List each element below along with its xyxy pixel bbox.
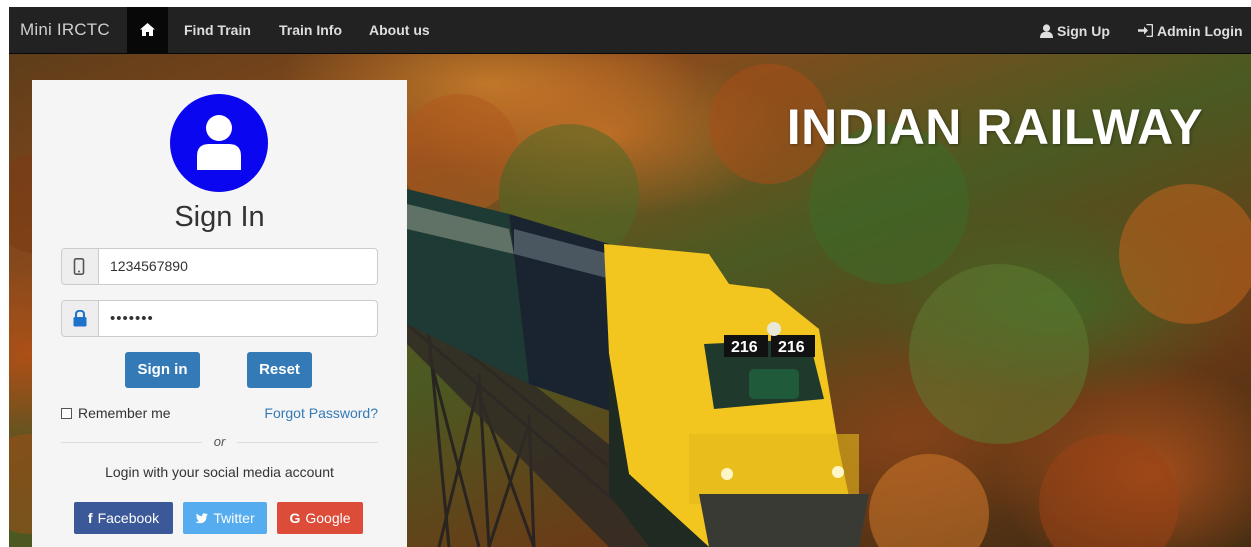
password-addon [62,301,99,336]
reset-button[interactable]: Reset [247,352,312,388]
signin-button[interactable]: Sign in [125,352,200,388]
twitter-icon [195,513,209,524]
nav-signup-label: Sign Up [1057,22,1110,39]
hero-title: INDIAN RAILWAY [786,99,1203,155]
page-frame: Mini IRCTC Find Train Train Info About u… [9,7,1251,547]
brand-link[interactable]: Mini IRCTC [20,7,110,54]
or-divider-text: or [213,434,226,449]
lock-icon [73,310,87,327]
avatar [170,94,268,192]
locomotive-number-left: 216 [731,339,758,356]
locomotive-number-right: 216 [778,339,805,356]
user-avatar-icon [197,115,241,170]
remember-me[interactable]: Remember me [61,405,171,421]
facebook-button[interactable]: f Facebook [74,502,173,534]
phone-input[interactable]: 1234567890 [110,249,188,284]
login-icon [1138,24,1153,37]
mobile-phone-icon [73,258,85,275]
nav-signup-link[interactable]: Sign Up [1040,7,1110,54]
google-button[interactable]: G Google [277,502,363,534]
navbar: Mini IRCTC Find Train Train Info About u… [9,7,1251,54]
facebook-icon: f [87,510,93,526]
phone-addon [62,249,99,284]
home-icon [140,23,155,36]
social-login-text: Login with your social media account [105,464,334,480]
twitter-label: Twitter [213,510,255,526]
nav-home-button[interactable] [127,7,168,54]
phone-field[interactable]: 1234567890 [61,248,378,285]
password-input[interactable]: ••••••• [110,301,154,336]
twitter-button[interactable]: Twitter [183,502,267,534]
nav-find-train[interactable]: Find Train [184,7,251,54]
forgot-password-link[interactable]: Forgot Password? [264,405,378,421]
nav-admin-login-label: Admin Login [1157,22,1243,39]
remember-me-checkbox[interactable] [61,407,72,419]
facebook-label: Facebook [97,510,160,526]
password-field[interactable]: ••••••• [61,300,378,337]
user-icon [1040,23,1053,38]
login-panel: Sign In 1234567890 ••••••• Sign in Reset [32,80,407,547]
google-label: Google [305,510,351,526]
nav-train-info[interactable]: Train Info [279,7,342,54]
nav-admin-login-link[interactable]: Admin Login [1138,7,1243,54]
nav-about-us[interactable]: About us [369,7,430,54]
signin-title: Sign In [174,201,265,233]
remember-me-label: Remember me [78,405,171,421]
google-icon: G [289,510,301,526]
